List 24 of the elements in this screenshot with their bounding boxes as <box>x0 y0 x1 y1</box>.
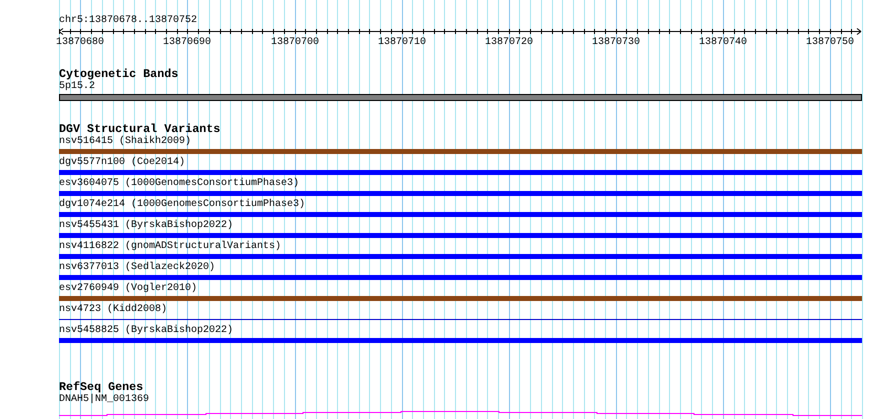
feature-label: nsv516415 (Shaikh2009) <box>59 136 192 148</box>
feature-label: DNAH5|NM_001369 <box>59 394 150 406</box>
tick-label: 13870730 <box>592 37 640 48</box>
feature-label: nsv4116822 (gnomADStructuralVariants) <box>59 241 282 253</box>
tick-label: 13870690 <box>163 37 211 48</box>
location-label: chr5:13870678..13870752 <box>59 15 198 27</box>
tick-label: 13870700 <box>271 37 319 48</box>
tick-label: 13870750 <box>806 37 854 48</box>
feature-label: nsv5455431 (ByrskaBishop2022) <box>59 220 234 232</box>
track-title: DGV Structural Variants <box>59 123 220 135</box>
feature-label: dgv5577n100 (Coe2014) <box>59 157 186 169</box>
feature-label: nsv6377013 (Sedlazeck2020) <box>59 262 216 274</box>
feature-label: 5p15.2 <box>59 81 96 93</box>
feature-label: nsv4723 (Kidd2008) <box>59 304 168 316</box>
tick-label: 13870710 <box>378 37 426 48</box>
feature-label: esv2760949 (Vogler2010) <box>59 283 198 295</box>
tick-label: 13870720 <box>485 37 533 48</box>
feature-label: dgv1074e214 (1000GenomesConsortiumPhase3) <box>59 199 306 211</box>
tick-label: 13870740 <box>699 37 747 48</box>
feature-label: esv3604075 (1000GenomesConsortiumPhase3) <box>59 178 300 190</box>
tick-label: 13870680 <box>56 37 104 48</box>
track-title: Cytogenetic Bands <box>59 68 178 80</box>
feature-label: nsv5458825 (ByrskaBishop2022) <box>59 325 234 337</box>
track-title: RefSeq Genes <box>59 381 144 393</box>
